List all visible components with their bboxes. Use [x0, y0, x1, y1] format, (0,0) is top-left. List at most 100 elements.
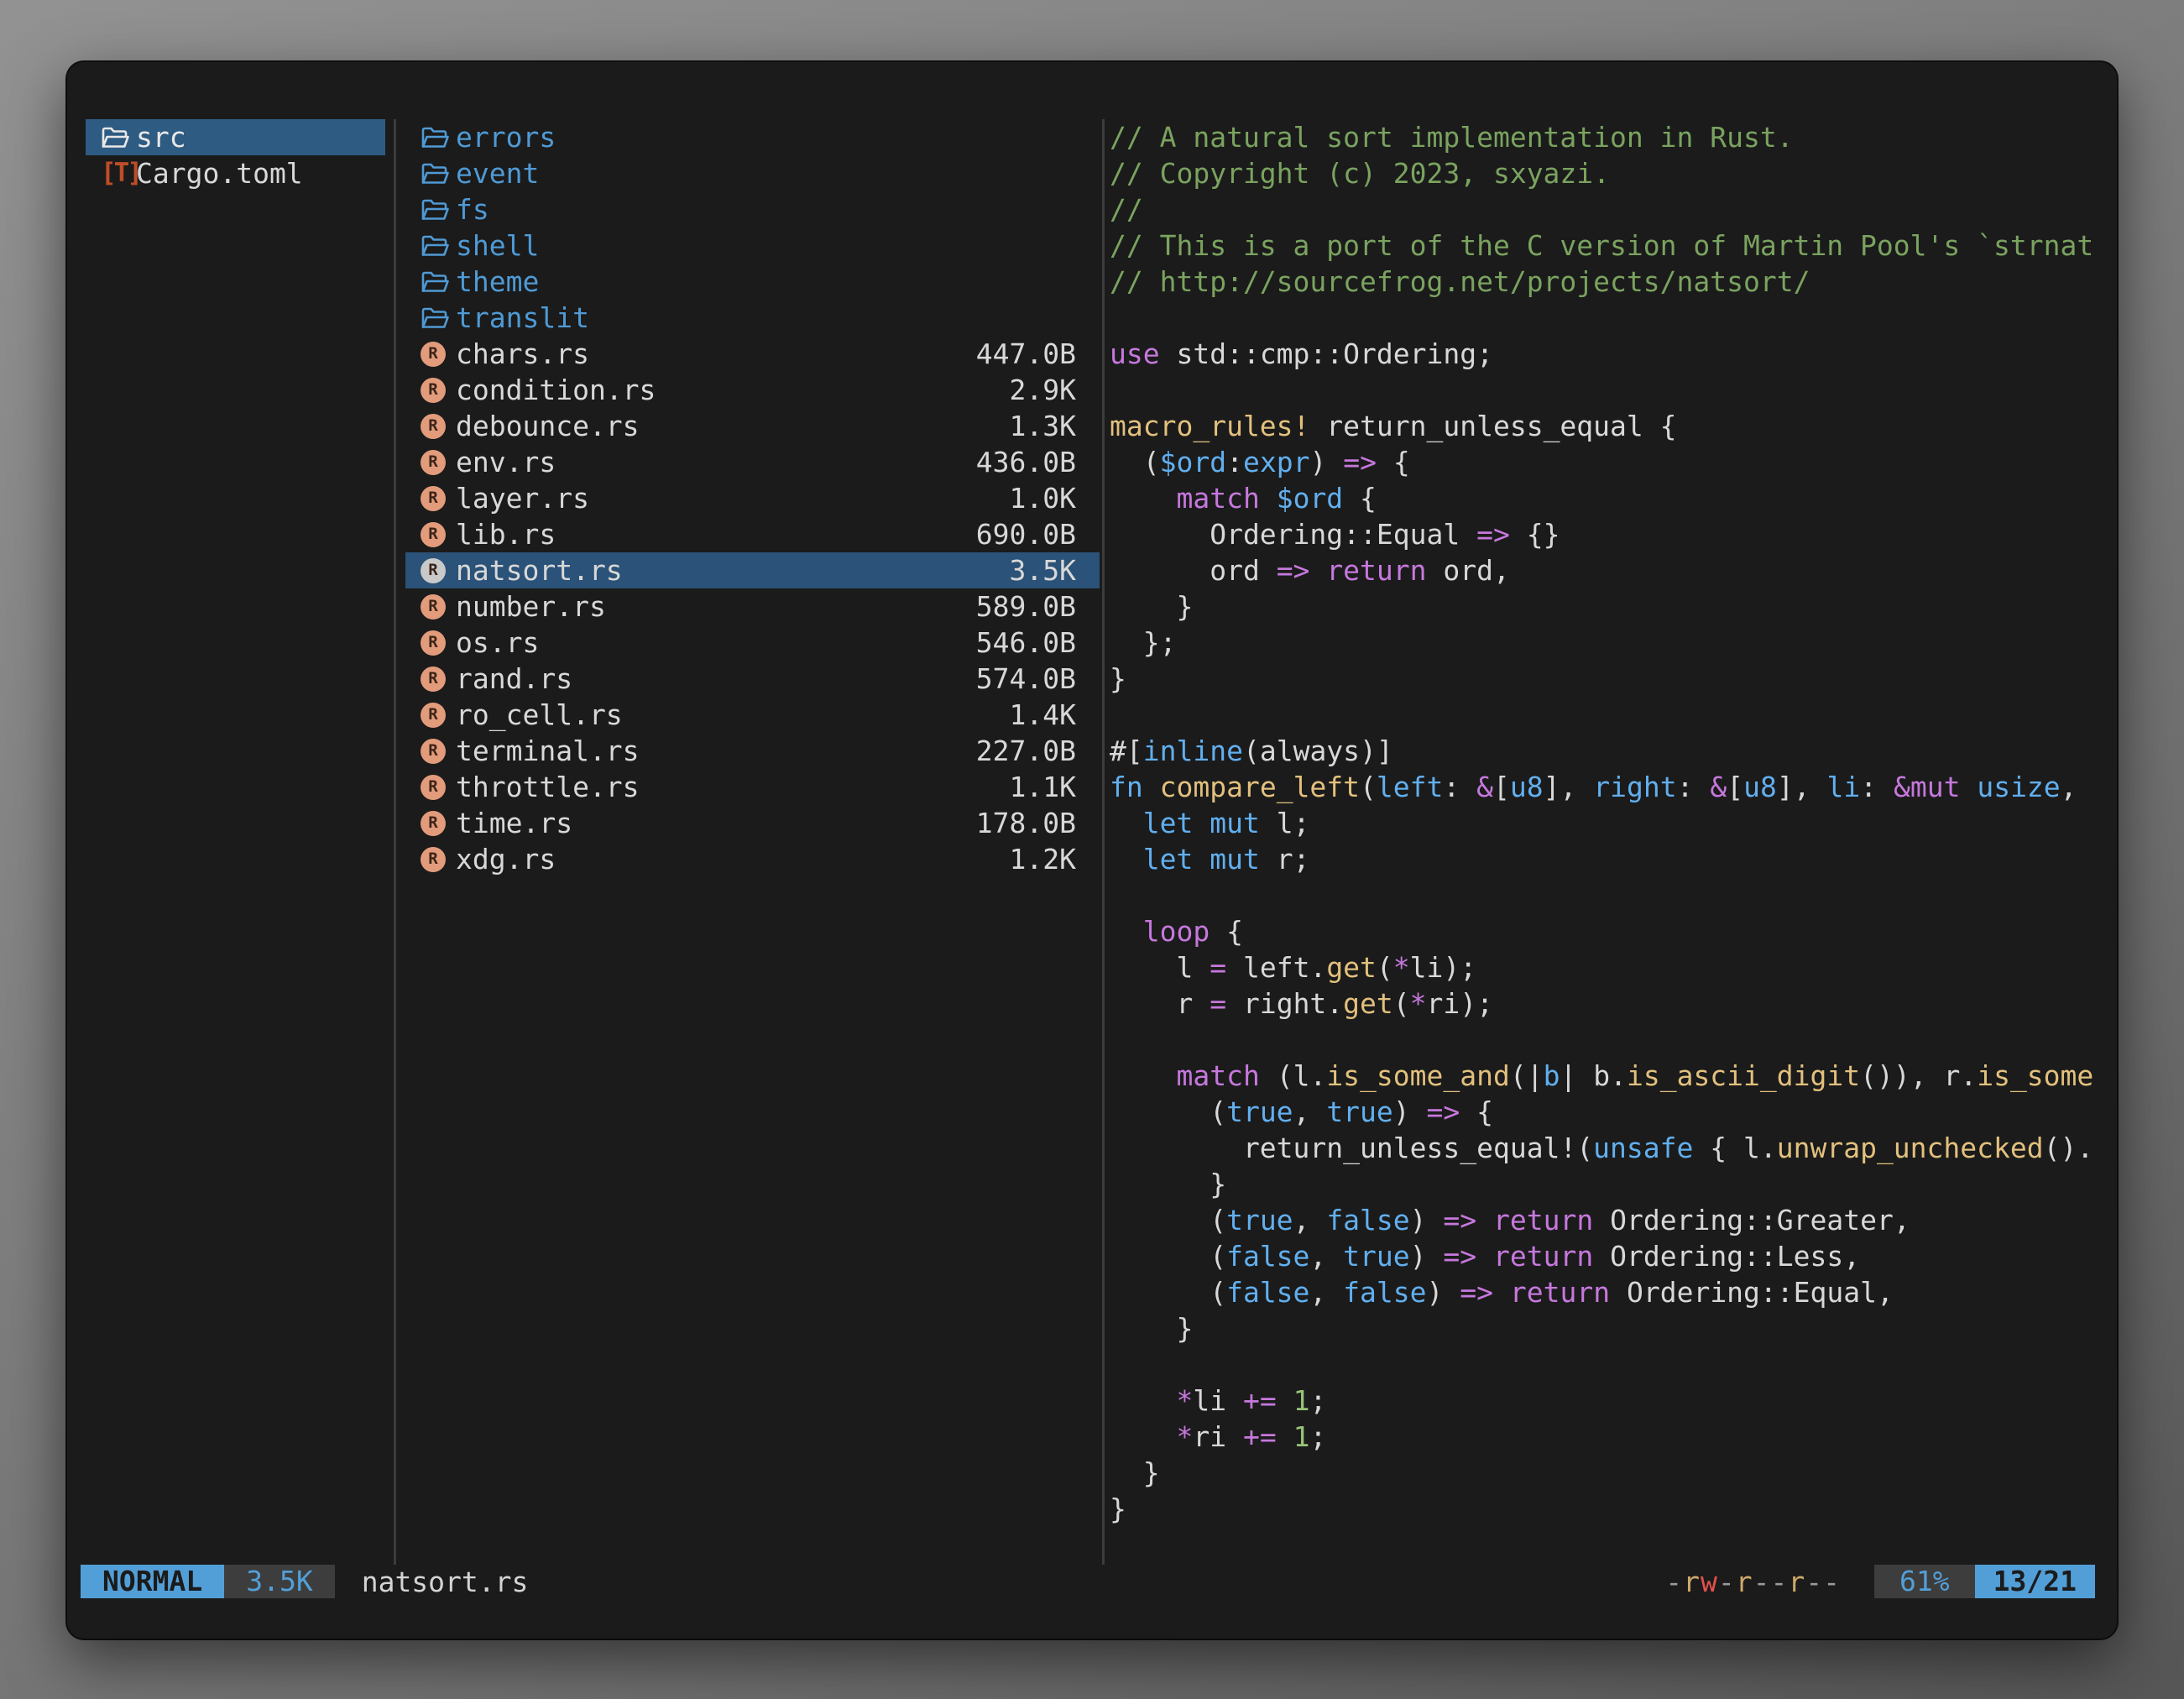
item-size: 574.0B — [976, 661, 1100, 697]
code-line: *li += 1; — [1110, 1383, 2100, 1419]
code-line: ord => return ord, — [1110, 552, 2100, 588]
dir-row-src[interactable]: src — [86, 119, 385, 155]
item-label: throttle.rs — [456, 769, 640, 805]
item-label: src — [136, 119, 186, 155]
item-label: translit — [456, 300, 589, 336]
rust-file-icon: R — [421, 342, 456, 367]
scroll-percentage: 61% — [1874, 1565, 1975, 1598]
code-line: // This is a port of the C version of Ma… — [1110, 227, 2100, 264]
rust-file-icon: R — [421, 522, 456, 547]
code-line: (true, true) => { — [1110, 1094, 2100, 1130]
file-row-terminal.rs[interactable]: Rterminal.rs227.0B — [405, 733, 1100, 769]
dir-row-translit[interactable]: translit — [405, 300, 1100, 336]
item-size: 447.0B — [976, 336, 1100, 372]
item-label: env.rs — [456, 444, 556, 480]
file-row-ro_cell.rs[interactable]: Rro_cell.rs 1.4K — [405, 697, 1100, 733]
code-line: (false, true) => return Ordering::Less, — [1110, 1238, 2100, 1274]
code-line: // — [1110, 191, 2100, 227]
code-line: } — [1110, 1491, 2100, 1527]
item-label: condition.rs — [456, 372, 656, 408]
file-row-rand.rs[interactable]: Rrand.rs574.0B — [405, 661, 1100, 697]
code-line — [1110, 697, 2100, 733]
file-row-number.rs[interactable]: Rnumber.rs589.0B — [405, 588, 1100, 625]
item-label: rand.rs — [456, 661, 572, 697]
rust-file-icon: R — [421, 847, 456, 872]
file-row-chars.rs[interactable]: Rchars.rs447.0B — [405, 336, 1100, 372]
file-row-condition.rs[interactable]: Rcondition.rs 2.9K — [405, 372, 1100, 408]
code-line: } — [1110, 588, 2100, 625]
code-line: Ordering::Equal => {} — [1110, 516, 2100, 552]
code-line: #[inline(always)] — [1110, 733, 2100, 769]
rust-file-icon: R — [421, 703, 456, 728]
status-left-group: NORMAL 3.5K natsort.rs — [81, 1565, 528, 1598]
yazi-window: src[T]Cargo.toml errorseventfsshelltheme… — [67, 62, 2117, 1639]
file-row-xdg.rs[interactable]: Rxdg.rs1.2K — [405, 841, 1100, 877]
item-size: 690.0B — [976, 516, 1100, 552]
item-size: 1.0K — [1010, 480, 1100, 516]
pane-separator-right — [1102, 119, 1105, 1565]
parent-pane: src[T]Cargo.toml — [86, 119, 385, 191]
rust-file-icon: R — [421, 558, 456, 583]
code-line: l = left.get(*li); — [1110, 949, 2100, 985]
item-label: fs — [456, 191, 489, 227]
item-label: errors — [456, 119, 556, 155]
file-row-os.rs[interactable]: Ros.rs546.0B — [405, 625, 1100, 661]
code-line: macro_rules! return_unless_equal { — [1110, 408, 2100, 444]
file-row-natsort.rs[interactable]: Rnatsort.rs3.5K — [405, 552, 1100, 588]
file-size-indicator: 3.5K — [224, 1565, 334, 1598]
rust-file-icon: R — [421, 450, 456, 475]
code-line: match (l.is_some_and(|b| b.is_ascii_digi… — [1110, 1058, 2100, 1094]
rust-file-icon: R — [421, 486, 456, 511]
item-label: lib.rs — [456, 516, 556, 552]
status-bar: NORMAL 3.5K natsort.rs -rw-r--r-- 61% 13… — [81, 1565, 2095, 1598]
item-size: 227.0B — [976, 733, 1100, 769]
item-label: time.rs — [456, 805, 572, 841]
dir-row-theme[interactable]: theme — [405, 264, 1100, 300]
item-size: 589.0B — [976, 588, 1100, 625]
folder-open-icon — [421, 161, 456, 186]
item-size: 178.0B — [976, 805, 1100, 841]
rust-file-icon: R — [421, 630, 456, 656]
item-label: Cargo.toml — [136, 155, 303, 191]
file-row-time.rs[interactable]: Rtime.rs 178.0B — [405, 805, 1100, 841]
file-row-env.rs[interactable]: Renv.rs436.0B — [405, 444, 1100, 480]
rust-file-icon: R — [421, 811, 456, 836]
code-line: *ri += 1; — [1110, 1419, 2100, 1455]
file-permissions: -rw-r--r-- — [1665, 1566, 1841, 1598]
code-line — [1110, 877, 2100, 913]
file-row-debounce.rs[interactable]: Rdebounce.rs1.3K — [405, 408, 1100, 444]
code-line — [1110, 1346, 2100, 1383]
file-row-throttle.rs[interactable]: Rthrottle.rs1.1K — [405, 769, 1100, 805]
folder-open-icon — [421, 197, 456, 222]
folder-open-icon — [101, 125, 136, 150]
code-line: // http://sourcefrog.net/projects/natsor… — [1110, 264, 2100, 300]
rust-file-icon: R — [421, 378, 456, 403]
item-size: 1.4K — [1010, 697, 1100, 733]
item-size: 2.9K — [1010, 372, 1100, 408]
toml-file-icon: [T] — [101, 155, 136, 191]
code-line — [1110, 1022, 2100, 1058]
file-row-lib.rs[interactable]: Rlib.rs 690.0B — [405, 516, 1100, 552]
status-filename: natsort.rs — [362, 1566, 529, 1598]
dir-row-event[interactable]: event — [405, 155, 1100, 191]
preview-pane: // A natural sort implementation in Rust… — [1110, 119, 2100, 1560]
code-line: } — [1110, 1310, 2100, 1346]
mode-indicator: NORMAL — [81, 1565, 224, 1598]
file-row-Cargo.toml[interactable]: [T]Cargo.toml — [86, 155, 385, 191]
code-line: } — [1110, 661, 2100, 697]
code-line: fn compare_left(left: &[u8], right: &[u8… — [1110, 769, 2100, 805]
item-label: os.rs — [456, 625, 539, 661]
code-line: // A natural sort implementation in Rust… — [1110, 119, 2100, 155]
rust-file-icon: R — [421, 594, 456, 619]
dir-row-fs[interactable]: fs — [405, 191, 1100, 227]
file-row-layer.rs[interactable]: Rlayer.rs 1.0K — [405, 480, 1100, 516]
rust-file-icon: R — [421, 414, 456, 439]
dir-row-errors[interactable]: errors — [405, 119, 1100, 155]
code-line: }; — [1110, 625, 2100, 661]
code-line: return_unless_equal!(unsafe { l.unwrap_u… — [1110, 1130, 2100, 1166]
item-label: layer.rs — [456, 480, 589, 516]
item-label: event — [456, 155, 539, 191]
dir-row-shell[interactable]: shell — [405, 227, 1100, 264]
item-label: ro_cell.rs — [456, 697, 623, 733]
folder-open-icon — [421, 306, 456, 331]
